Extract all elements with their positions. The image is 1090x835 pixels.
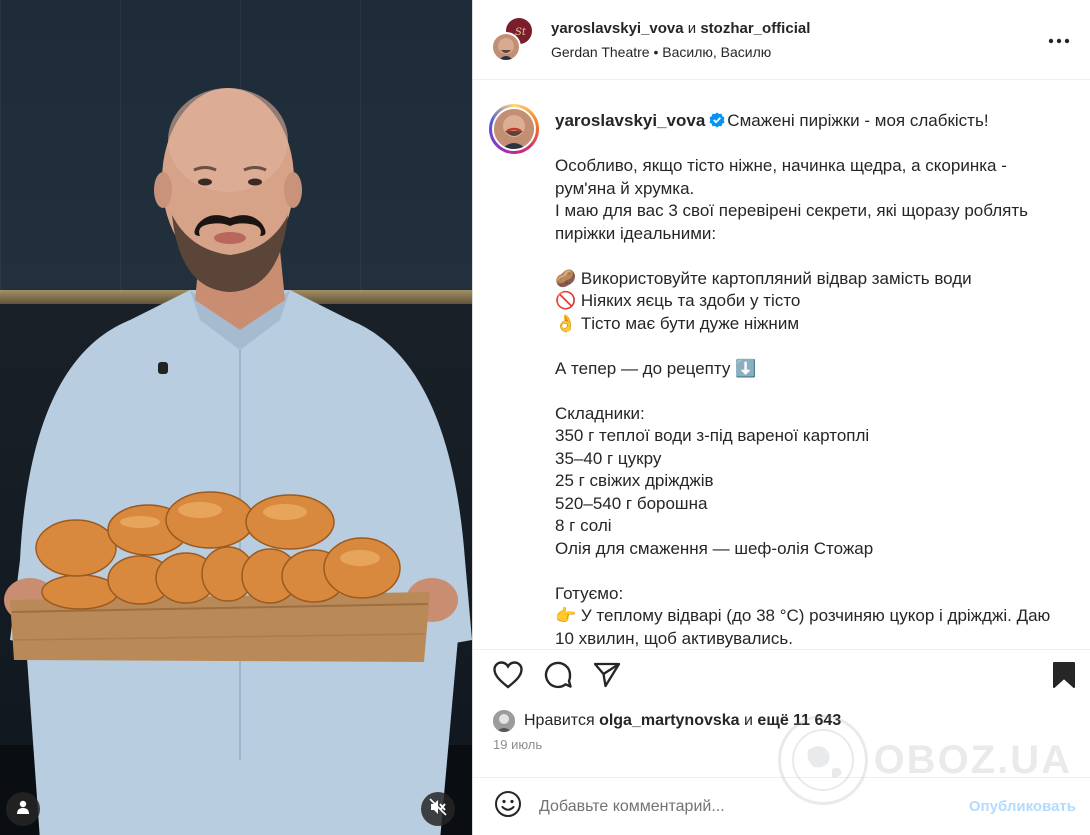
collab-title: yaroslavskyi_vova и stozhar_official (551, 20, 1044, 37)
instagram-post: St yaroslavskyi_vova и stozhar_official … (0, 0, 1090, 835)
caption-lines: Особливо, якщо тісто ніжне, начинка щедр… (555, 133, 1074, 650)
caption-line: 350 г теплої води з-під вареної картоплі (555, 426, 870, 445)
post-date[interactable]: 19 июль (473, 735, 1090, 777)
user-tag-button[interactable] (6, 792, 40, 826)
likes-prefix: Нравится (524, 712, 595, 729)
comment-input[interactable] (539, 797, 969, 816)
caption-line: Складники: (555, 403, 645, 423)
more-options-icon (1048, 31, 1070, 49)
post-media[interactable] (0, 0, 472, 835)
avatar-yaroslavskyi[interactable] (491, 31, 521, 62)
emoji-button[interactable] (491, 790, 525, 824)
header-user1[interactable]: yaroslavskyi_vova (551, 20, 684, 37)
caption-text: yaroslavskyi_vova Смажені пиріжки - моя с… (555, 104, 1074, 649)
chef-photo (4, 88, 472, 835)
caption-line: 🥔 Використовуйте картопляний відвар замі… (555, 268, 972, 288)
caption-line: А тепер — до рецепту ⬇️ (555, 358, 757, 378)
caption-line: пиріжки ідеальними: (555, 223, 717, 243)
caption-line: Готуємо: (555, 583, 624, 603)
caption-line: 👌 Тісто має бути дуже ніжним (555, 313, 800, 333)
like-button[interactable] (493, 658, 533, 698)
comment-button[interactable] (543, 658, 583, 698)
caption-line: 👉 У теплому відварі (до 38 °С) розчиняю … (555, 606, 1051, 625)
save-button[interactable] (1036, 658, 1076, 698)
caption-first-line: yaroslavskyi_vova Смажені пиріжки - моя с… (555, 110, 1074, 133)
comment-bar: Опубликовать (473, 777, 1090, 835)
caption-line: Особливо, якщо тісто ніжне, начинка щедр… (555, 156, 1007, 175)
post-side-panel: St yaroslavskyi_vova и stozhar_official … (472, 0, 1090, 835)
emoji-icon (494, 790, 522, 823)
caption-line: рум'яна й хрумка. (555, 178, 695, 198)
header-and: и (687, 19, 697, 37)
more-options-button[interactable] (1044, 25, 1074, 55)
post-header: St yaroslavskyi_vova и stozhar_official … (473, 0, 1090, 80)
mute-toggle-button[interactable] (421, 792, 455, 826)
caption-line: 35–40 г цукру (555, 448, 662, 468)
publish-button[interactable]: Опубликовать (969, 798, 1076, 815)
share-button[interactable] (593, 658, 633, 698)
share-icon (593, 662, 621, 693)
likes-line: Нравится olga_martynovska и ещё 11 643 (473, 705, 1090, 735)
caption-line: 8 г солі (555, 516, 612, 535)
comment-icon (543, 660, 573, 695)
caption-line: 🚫 Ніяких яєць та здоби у тісто (555, 291, 801, 310)
like-heart-icon (493, 661, 523, 694)
action-bar (473, 649, 1090, 705)
location-audio-line[interactable]: Gerdan Theatre • Василю, Василю (551, 44, 1044, 60)
likes-middle: и (744, 712, 753, 729)
user-tag-icon (15, 799, 31, 820)
caption-line: 520–540 г борошна (555, 493, 708, 513)
collab-avatars[interactable]: St (491, 15, 535, 62)
caption-username[interactable]: yaroslavskyi_vova (555, 111, 705, 130)
caption-line: 10 хвилин, щоб активувались. (555, 628, 793, 648)
verified-badge-icon (709, 112, 725, 128)
save-bookmark-icon (1052, 661, 1076, 694)
liker-username[interactable]: olga_martynovska (599, 712, 740, 730)
header-user2[interactable]: stozhar_official (700, 20, 810, 37)
muted-audio-icon (429, 797, 447, 821)
caption-avatar[interactable] (489, 104, 539, 154)
caption-headline: Смажені пиріжки - моя слабкість! (727, 111, 989, 130)
caption-line: Олія для смаження — шеф-олія Стожар (555, 538, 874, 558)
likes-count[interactable]: ещё 11 643 (757, 712, 841, 730)
caption-line: І маю для вас 3 свої перевірені секрети,… (555, 201, 1028, 220)
liker-avatar[interactable] (493, 710, 515, 732)
caption-line: 25 г свіжих дріжджів (555, 471, 714, 490)
caption-section: yaroslavskyi_vova Смажені пиріжки - моя с… (473, 80, 1090, 649)
